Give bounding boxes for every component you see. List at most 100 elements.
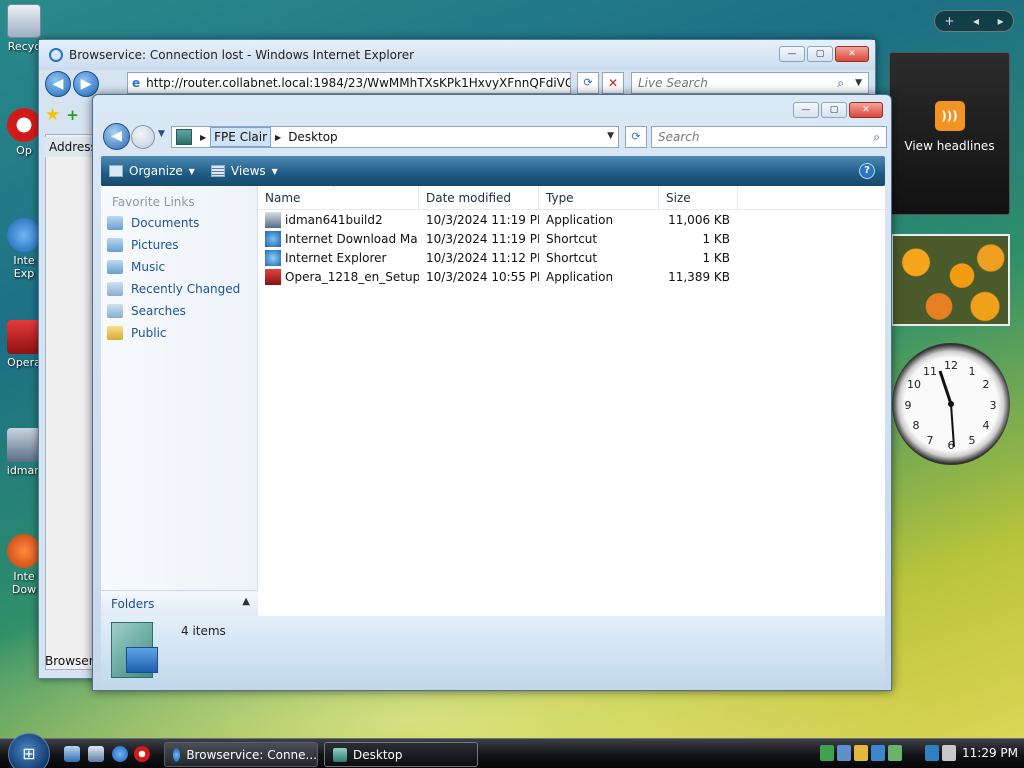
sidebar-toolbar: + ◂ ▸ [934,10,1014,32]
file-date: 10/3/2024 11:12 PM [426,250,539,265]
minimize-button[interactable]: — [779,46,805,62]
close-button[interactable]: ✕ [835,46,869,62]
file-row[interactable]: Internet Explorer 10/3/2024 11:12 PM Sho… [258,248,885,267]
slideshow-gadget[interactable] [891,234,1010,326]
start-button[interactable]: ⊞ [8,733,50,768]
updates-icon[interactable] [888,745,902,761]
search-icon[interactable]: ⌕ [837,73,844,93]
favorite-link-pictures[interactable]: Pictures [101,234,257,256]
volume-muted-icon[interactable] [942,745,956,761]
breadcrumb-item-desktop[interactable]: Desktop [285,128,341,146]
ie-search-box[interactable]: Live Search ⌕ ▼ [631,72,869,94]
column-header-name[interactable]: ˄ Name [258,186,419,209]
favorites-star-icon[interactable]: ★ [45,105,60,125]
switch-windows-icon[interactable] [88,746,104,762]
breadcrumb[interactable]: ▶ FPE Clair ▶ Desktop ▼ [171,126,619,148]
back-arrow-icon[interactable]: ◀ [45,71,71,97]
desktop-folder-icon [333,747,347,762]
clock-face-icon: 12 12 345 678 91011 [905,359,997,452]
taskbar: ⊞ Browservice: Conne... Desktop 11:29 PM [0,733,1024,768]
close-button[interactable]: ✕ [849,102,883,118]
favorite-link-label: Music [131,260,166,274]
idm-shortcut-icon [7,534,41,568]
opera-icon[interactable] [134,746,150,762]
sidebar-add-button[interactable]: + [944,14,954,28]
recent-pages-chevron-icon[interactable]: ▼ [158,129,165,139]
svg-text:8: 8 [913,419,920,432]
breadcrumb-separator-icon[interactable]: ▶ [200,133,206,142]
sort-ascending-icon: ˄ [332,186,336,193]
file-row[interactable]: idman641build2 10/3/2024 11:19 PM Applic… [258,210,885,229]
maximize-button[interactable]: ▢ [807,46,833,62]
favorite-links-title: Favorite Links [112,195,195,209]
display-icon[interactable] [837,745,851,761]
explorer-search-placeholder: Search [658,130,700,144]
column-header-type[interactable]: Type [539,186,659,209]
music-folder-icon [107,260,123,274]
file-date: 10/3/2024 11:19 PM [426,212,539,227]
favorite-link-documents[interactable]: Documents [101,212,257,234]
breadcrumb-item-user[interactable]: FPE Clair [210,127,272,147]
details-pane: 4 items [101,616,885,684]
sidebar-prev-button[interactable]: ◂ [973,14,979,28]
feed-headlines-gadget[interactable]: ))) View headlines [889,52,1010,215]
ie-address-bar[interactable]: e http://router.collabnet.local:1984/23/… [127,72,571,94]
maximize-button[interactable]: ▢ [821,102,847,118]
file-name: Internet Explorer [285,250,387,265]
ie-status-bar: Browserv [45,654,97,668]
explorer-search-box[interactable]: Search ⌕ [651,126,887,148]
network-connection-icon[interactable] [925,745,939,761]
show-desktop-icon[interactable] [64,746,80,762]
file-row[interactable]: Opera_1218_en_Setup_... 10/3/2024 10:55 … [258,267,885,286]
ie-shortcut-icon [265,249,281,266]
folders-toggle[interactable]: Folders ▲ [101,590,258,616]
add-favorite-icon[interactable]: + [66,106,79,124]
favorite-link-label: Recently Changed [131,282,241,296]
sidebar-next-button[interactable]: ▸ [998,14,1004,28]
views-button[interactable]: Views ▼ [203,164,286,178]
breadcrumb-separator-icon[interactable]: ▶ [275,133,281,142]
forward-arrow-icon[interactable]: ▶ [73,71,99,97]
chevron-down-icon[interactable]: ▼ [855,73,862,93]
favorite-link-recently-changed[interactable]: Recently Changed [101,278,257,300]
back-arrow-icon[interactable]: ◀ [103,123,130,150]
organize-button[interactable]: Organize ▼ [101,164,203,178]
forward-arrow-icon[interactable] [131,125,155,149]
favorite-link-searches[interactable]: Searches [101,300,257,322]
security-shield-icon[interactable] [854,745,868,761]
refresh-icon[interactable]: ⟳ [625,126,647,148]
taskbar-button-browservice[interactable]: Browservice: Conne... [164,742,318,767]
help-icon[interactable]: ? [859,163,875,179]
navigation-pane: Favorite Links Documents Pictures Music … [101,186,258,616]
column-header-date[interactable]: Date modified [419,186,539,209]
svg-text:2: 2 [983,378,990,391]
search-icon[interactable]: ⌕ [873,127,880,147]
chevron-down-icon[interactable]: ▼ [607,131,614,141]
download-manager-icon[interactable] [871,745,885,761]
explorer-window: — ▢ ✕ ◀ ▼ ▶ FPE Clair ▶ Desktop ▼ ⟳ Sear… [92,94,892,691]
ie-logo-icon [49,48,63,62]
file-row[interactable]: Internet Download Ma... 10/3/2024 11:19 … [258,229,885,248]
column-header-label: Date modified [426,190,512,205]
svg-text:11: 11 [923,365,937,378]
taskbar-button-desktop[interactable]: Desktop [324,742,478,767]
item-count: 4 items [181,624,226,638]
favorite-link-music[interactable]: Music [101,256,257,278]
svg-text:4: 4 [983,419,990,432]
network-icon[interactable] [820,745,834,761]
svg-text:5: 5 [969,434,976,447]
taskbar-clock[interactable]: 11:29 PM [962,746,1018,760]
ie-titlebar[interactable]: Browservice: Connection lost - Windows I… [39,40,875,70]
favorite-link-public[interactable]: Public [101,322,257,344]
file-type: Shortcut [546,250,598,265]
organize-icon [109,165,123,177]
column-header-size[interactable]: Size [659,186,738,209]
refresh-icon[interactable]: ⟳ [577,72,599,94]
stop-icon[interactable]: ✕ [602,72,624,94]
public-folder-icon [107,326,123,340]
minimize-button[interactable]: — [793,102,819,118]
file-list-header: ˄ Name Date modified Type Size [258,186,885,210]
internet-explorer-icon[interactable] [112,746,128,762]
column-header-label: Name [265,190,301,205]
ie-window-title: Browservice: Connection lost - Windows I… [69,48,415,62]
